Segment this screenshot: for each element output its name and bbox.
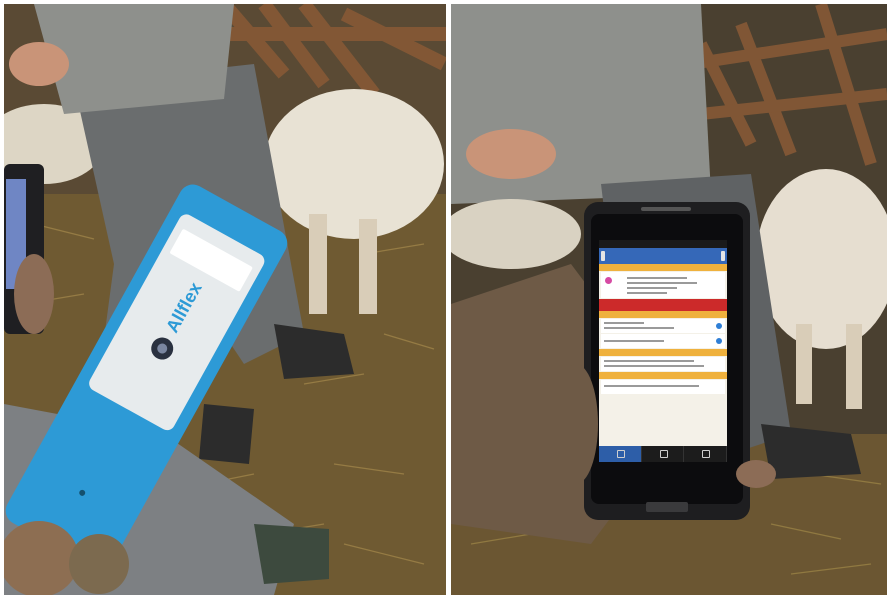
phone-logo-plate <box>646 502 688 512</box>
sheep-body <box>264 89 444 239</box>
info-icon[interactable] <box>716 323 722 329</box>
info-row[interactable] <box>601 380 725 394</box>
settings-icon <box>702 450 711 458</box>
farmer-shoe <box>254 524 329 584</box>
sheep-leg <box>846 324 862 409</box>
gripping-hand <box>69 534 129 594</box>
farmer-boot <box>199 404 254 464</box>
gripping-finger <box>554 364 598 484</box>
nav-tab[interactable] <box>684 446 727 462</box>
farmer-hand <box>9 42 69 86</box>
menu-button[interactable] <box>721 251 725 261</box>
info-row[interactable] <box>601 357 725 371</box>
list-icon <box>616 450 625 458</box>
sheep-leg <box>309 214 327 314</box>
sheep-icon <box>659 450 668 458</box>
info-icon[interactable] <box>716 338 722 344</box>
section-band <box>599 349 727 356</box>
animal-card[interactable] <box>601 272 725 298</box>
sheep-leg <box>359 219 377 314</box>
nav-tab[interactable] <box>599 446 642 462</box>
farmer-hand <box>466 129 556 179</box>
holding-hand <box>14 254 54 334</box>
section-band <box>599 311 727 318</box>
info-row[interactable] <box>601 334 725 348</box>
photo-smartphone-app <box>451 4 887 595</box>
back-button[interactable] <box>601 251 605 261</box>
status-bar <box>599 240 727 248</box>
section-band <box>599 264 727 271</box>
alert-banner[interactable] <box>599 299 727 311</box>
phone-screen <box>599 240 727 462</box>
photo-rfid-reader: Allflex <box>4 4 446 595</box>
sheep-leg <box>796 324 812 404</box>
bottom-nav <box>599 446 727 462</box>
gripping-finger <box>736 460 776 488</box>
nav-tab[interactable] <box>642 446 685 462</box>
phone-speaker <box>641 207 691 211</box>
app-header <box>599 248 727 264</box>
section-band <box>599 372 727 379</box>
location-pin-icon <box>605 277 612 284</box>
info-row[interactable] <box>601 319 725 333</box>
